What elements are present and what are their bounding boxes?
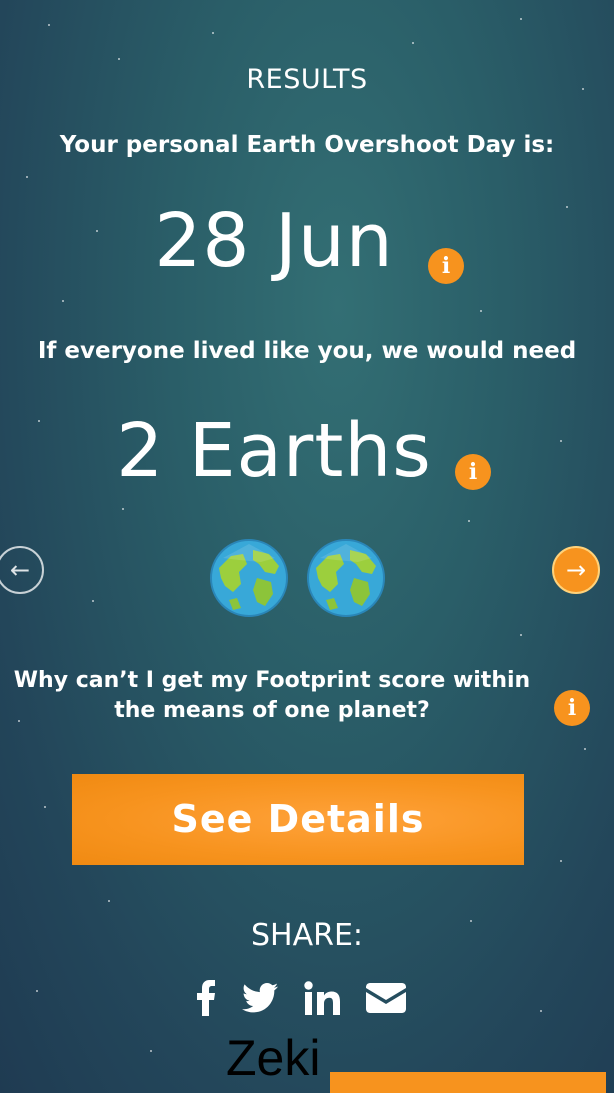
share-label: SHARE: <box>250 918 364 953</box>
see-details-button[interactable]: See Details <box>72 774 524 865</box>
facebook-icon[interactable] <box>196 978 216 1018</box>
previous-arrow-button[interactable]: ← <box>0 546 44 594</box>
page-title: RESULTS <box>246 64 368 95</box>
watermark-text: Zeki <box>226 1030 321 1086</box>
earths-needed-label: If everyone lived like you, we would nee… <box>37 338 577 364</box>
earths-info-icon[interactable]: i <box>455 454 491 490</box>
linkedin-icon[interactable] <box>304 978 340 1018</box>
overshoot-day-label: Your personal Earth Overshoot Day is: <box>59 132 555 158</box>
twitter-icon[interactable] <box>242 978 278 1018</box>
email-icon[interactable] <box>366 978 406 1018</box>
why-line-2: the means of one planet? <box>114 698 430 723</box>
why-not-one-planet-link[interactable]: Why can’t I get my Footprint score withi… <box>0 666 544 726</box>
why-info-icon[interactable]: i <box>554 690 590 726</box>
earth-icon <box>307 539 385 617</box>
next-arrow-button[interactable]: → <box>552 546 600 594</box>
share-icons <box>196 978 406 1018</box>
overshoot-day-value: 28 Jun <box>154 198 394 284</box>
overshoot-info-icon[interactable]: i <box>428 248 464 284</box>
bottom-orange-bar <box>330 1072 606 1093</box>
why-line-1: Why can’t I get my Footprint score withi… <box>13 668 531 693</box>
earth-icon <box>210 539 288 617</box>
